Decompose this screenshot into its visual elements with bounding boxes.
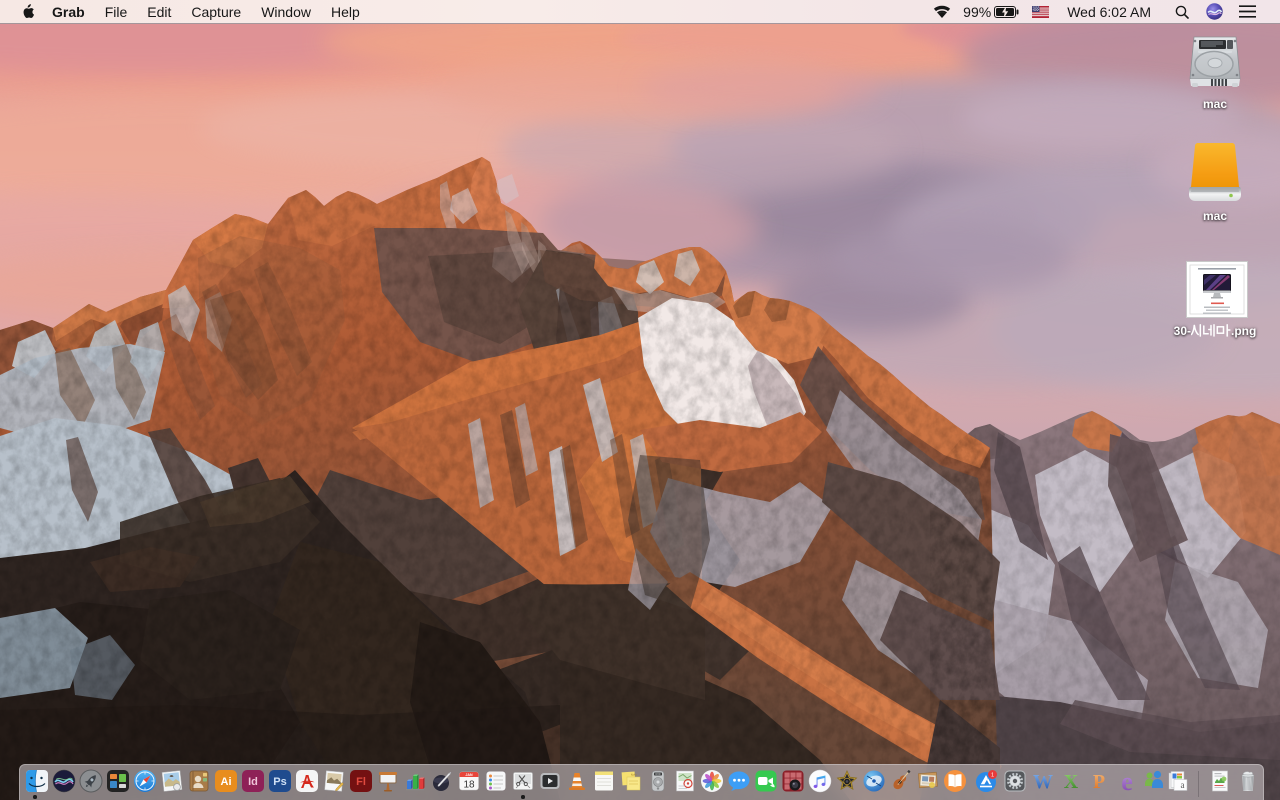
- svg-text:DVD: DVD: [655, 773, 660, 776]
- svg-text:Ps: Ps: [273, 776, 286, 788]
- svg-text:a: a: [1180, 780, 1184, 790]
- svg-text:X: X: [1063, 771, 1078, 793]
- svg-text:Note: Note: [630, 772, 637, 776]
- svg-text:Fl: Fl: [356, 776, 366, 788]
- svg-text:W: W: [1033, 771, 1053, 793]
- svg-text:e: e: [1121, 769, 1133, 793]
- svg-text:JAN: JAN: [465, 773, 473, 777]
- svg-text:1: 1: [990, 772, 993, 778]
- svg-text:18: 18: [463, 780, 475, 791]
- svg-text:P: P: [1092, 771, 1104, 793]
- svg-text:Ai: Ai: [220, 776, 231, 788]
- svg-text:Id: Id: [248, 776, 258, 788]
